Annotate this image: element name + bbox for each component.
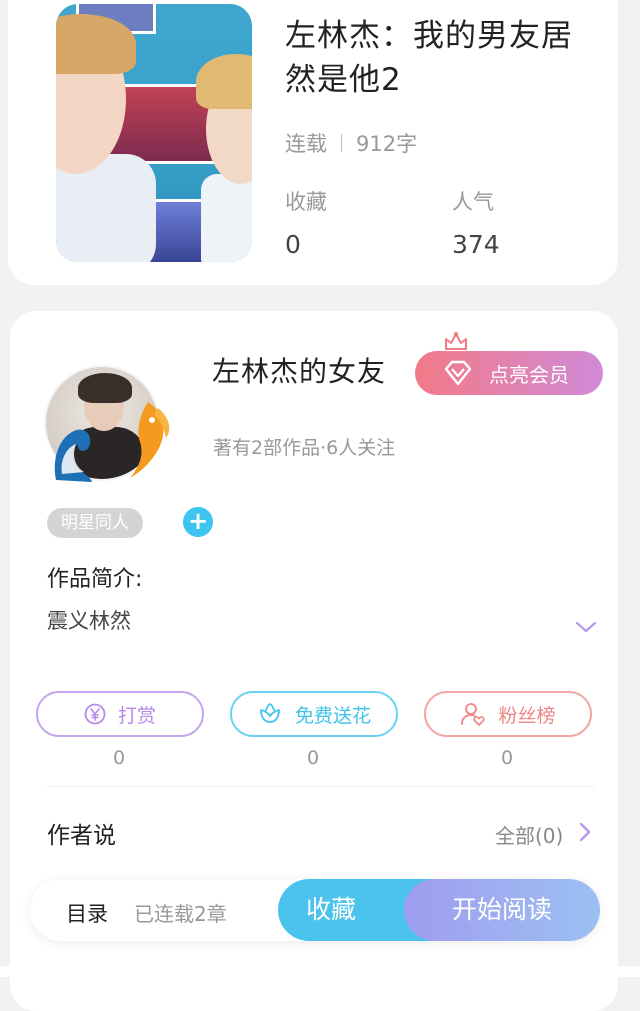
fan-ranking-button[interactable]: 粉丝榜 <box>424 691 592 737</box>
book-word-count: 912字 <box>356 132 418 156</box>
send-flower-button[interactable]: 免费送花 <box>230 691 398 737</box>
fan-count: 0 <box>500 747 514 769</box>
add-tag-button[interactable]: + <box>183 507 213 537</box>
diamond-icon <box>444 360 472 386</box>
cover-figure <box>196 54 252 109</box>
author-says-label: 作者说 <box>47 823 116 849</box>
tip-label: 打赏 <box>117 704 156 727</box>
genre-tag[interactable]: 明星同人 <box>47 508 143 538</box>
stat-label: 人气 <box>452 190 494 214</box>
bottom-safe-area <box>0 966 640 977</box>
table-of-contents-button[interactable]: 目录 <box>66 898 108 928</box>
tip-button[interactable]: 打赏 <box>36 691 204 737</box>
stat-favorites: 收藏 0 <box>285 186 327 259</box>
tip-count: 0 <box>112 747 126 769</box>
wave-frame-icon <box>54 429 92 482</box>
book-status: 连载 <box>285 132 327 156</box>
crown-icon <box>445 332 467 350</box>
vip-member-button[interactable]: 点亮会员 <box>415 351 603 395</box>
intro-label: 作品简介: <box>47 567 143 592</box>
start-reading-button[interactable]: 开始阅读 <box>404 879 600 941</box>
stat-value: 0 <box>285 230 301 259</box>
book-cover-image[interactable] <box>56 4 252 262</box>
book-title: 左林杰：我的男友居然是他2 <box>285 18 573 98</box>
expand-chevron-down-icon[interactable] <box>575 620 597 634</box>
chapter-count: 已连载2章 <box>134 902 227 926</box>
yen-icon <box>84 703 106 725</box>
intro-text: 震义林然 <box>47 609 131 633</box>
fan-ranking-label: 粉丝榜 <box>498 704 556 727</box>
cover-figure <box>201 174 252 262</box>
flower-icon <box>260 702 280 723</box>
view-all-comments-link[interactable]: 全部(0) <box>495 820 563 849</box>
section-divider <box>47 786 595 787</box>
send-flower-label: 免费送花 <box>294 704 371 727</box>
author-works-followers: 著有2部作品·6人关注 <box>213 437 396 459</box>
fan-ranking-icon <box>461 703 485 726</box>
chevron-right-icon[interactable] <box>578 821 592 843</box>
flower-count: 0 <box>306 747 320 769</box>
book-meta: 连载 912字 <box>285 128 417 158</box>
stat-popularity: 人气 374 <box>452 186 500 259</box>
stat-label: 收藏 <box>285 190 327 214</box>
vip-label: 点亮会员 <box>489 362 569 387</box>
meta-divider <box>341 134 342 152</box>
stat-value: 374 <box>452 230 500 259</box>
koi-frame-icon <box>130 402 170 478</box>
author-name[interactable]: 左林杰的女友 <box>212 350 386 390</box>
